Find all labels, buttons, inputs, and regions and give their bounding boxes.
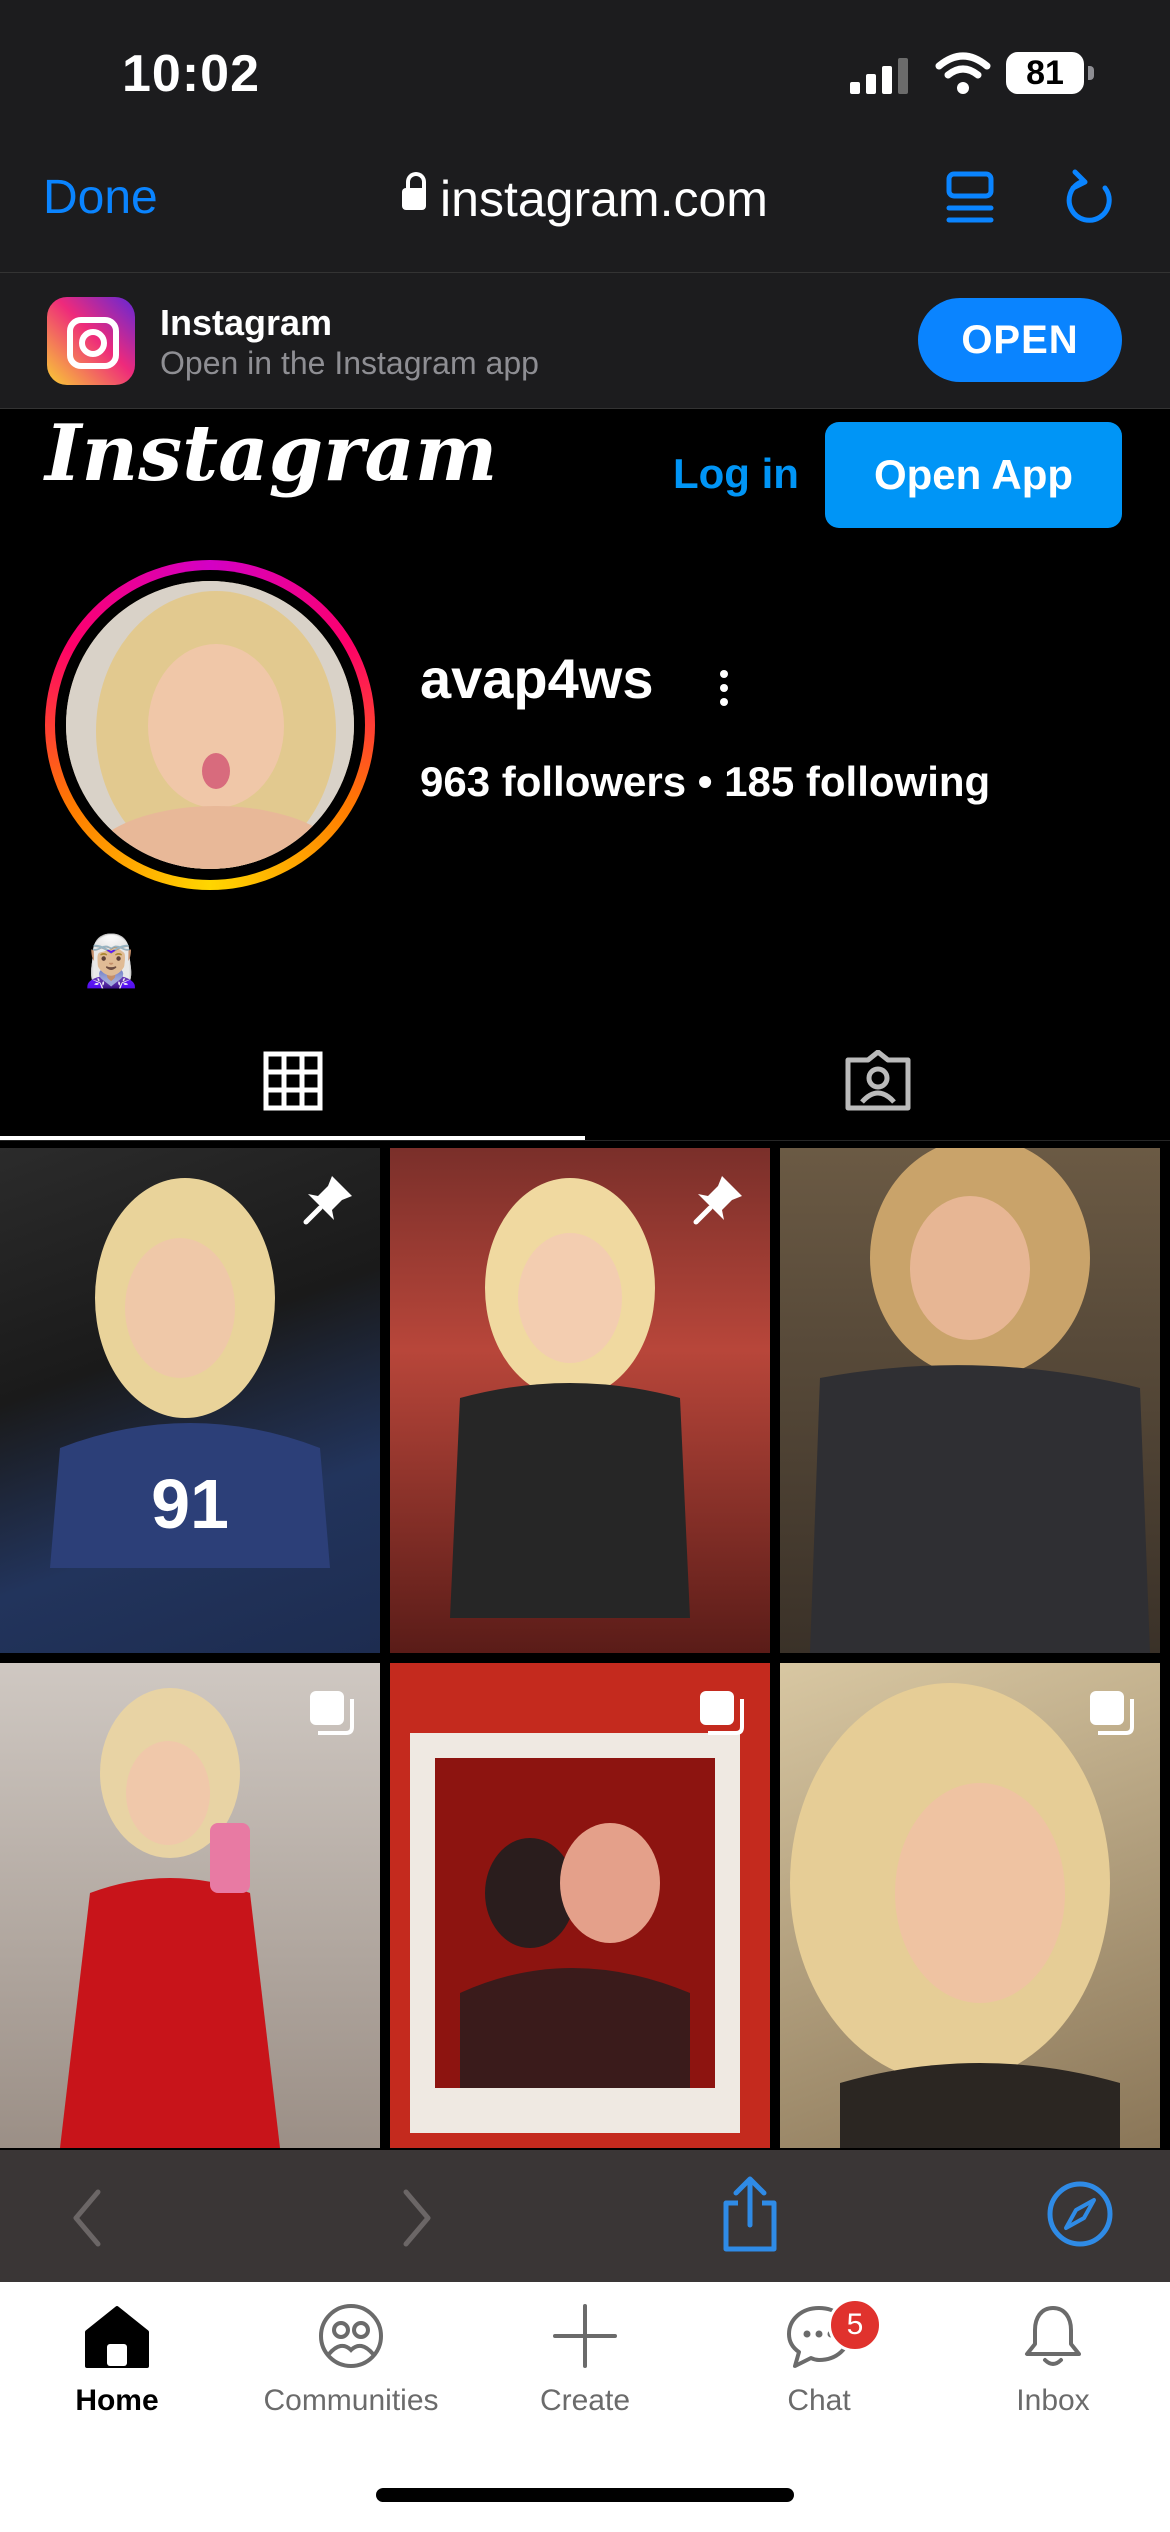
tab-divider bbox=[0, 1140, 1170, 1141]
nav-chat-label: Chat bbox=[787, 2384, 851, 2417]
carousel-icon bbox=[1090, 1691, 1134, 1735]
post-thumbnail bbox=[810, 1148, 1150, 1653]
instagram-app-icon bbox=[47, 297, 135, 385]
reader-mode-icon[interactable] bbox=[945, 170, 995, 226]
pin-icon bbox=[693, 1176, 742, 1225]
banner-title: Instagram bbox=[160, 302, 333, 343]
banner-open-button[interactable]: OPEN bbox=[918, 298, 1122, 382]
communities-icon bbox=[319, 2304, 383, 2368]
tagged-icon bbox=[845, 1050, 910, 1111]
battery-indicator: 81 bbox=[1006, 52, 1084, 94]
following-count[interactable]: 185 following bbox=[724, 758, 990, 805]
nav-home-label: Home bbox=[75, 2384, 159, 2417]
forward-icon[interactable] bbox=[400, 2188, 434, 2248]
wifi-icon bbox=[935, 52, 991, 94]
instagram-logo[interactable]: Instagram bbox=[45, 408, 497, 499]
carousel-icon bbox=[310, 1691, 354, 1735]
back-icon[interactable] bbox=[70, 2188, 104, 2248]
nav-inbox-label: Inbox bbox=[1016, 2384, 1090, 2417]
more-options-icon[interactable] bbox=[718, 668, 730, 708]
share-icon[interactable] bbox=[718, 2175, 782, 2255]
battery-tip bbox=[1088, 66, 1094, 80]
home-icon bbox=[85, 2306, 149, 2368]
avatar[interactable] bbox=[66, 581, 354, 869]
browser-toolbar bbox=[0, 2150, 1170, 2282]
post-tile[interactable] bbox=[780, 1663, 1160, 2148]
post-tile[interactable] bbox=[390, 1663, 770, 2148]
carousel-icon bbox=[700, 1691, 744, 1735]
profile-stats: 963 followers • 185 following bbox=[420, 758, 990, 806]
nav-create-label: Create bbox=[539, 2384, 631, 2417]
nav-communities-label: Communities bbox=[263, 2384, 439, 2417]
open-app-button[interactable]: Open App bbox=[825, 422, 1122, 528]
post-tile[interactable]: 91 bbox=[0, 1148, 380, 1653]
banner-subtitle: Open in the Instagram app bbox=[160, 345, 539, 381]
stats-separator: • bbox=[697, 758, 725, 805]
nav-home[interactable]: Home bbox=[0, 2300, 234, 2440]
post-tile[interactable] bbox=[0, 1663, 380, 2148]
followers-count[interactable]: 963 followers bbox=[420, 758, 686, 805]
home-indicator bbox=[376, 2488, 794, 2502]
grid-icon bbox=[263, 1051, 322, 1111]
post-tile[interactable] bbox=[390, 1148, 770, 1653]
nav-create[interactable]: Create bbox=[468, 2300, 702, 2440]
signal-icon bbox=[850, 58, 908, 94]
url-text: instagram.com bbox=[440, 171, 768, 227]
pin-icon bbox=[303, 1176, 352, 1225]
login-link[interactable]: Log in bbox=[673, 450, 799, 498]
create-icon bbox=[553, 2304, 617, 2368]
reload-icon[interactable] bbox=[1065, 168, 1117, 226]
nav-inbox[interactable]: Inbox bbox=[936, 2300, 1170, 2440]
svg-text:91: 91 bbox=[151, 1465, 229, 1543]
post-tile[interactable] bbox=[780, 1148, 1160, 1653]
bell-icon bbox=[1025, 2306, 1081, 2366]
tab-tagged[interactable] bbox=[585, 1020, 1170, 1142]
status-time: 10:02 bbox=[122, 45, 260, 103]
nav-communities[interactable]: Communities bbox=[234, 2300, 468, 2440]
tab-posts[interactable] bbox=[0, 1020, 585, 1142]
lock-icon bbox=[402, 171, 427, 210]
chat-unread-badge: 5 bbox=[828, 2298, 882, 2352]
compass-icon[interactable] bbox=[1046, 2180, 1114, 2248]
profile-bio: 🧝🏼‍♀️ bbox=[80, 933, 143, 989]
nav-chat[interactable]: Chat bbox=[702, 2300, 936, 2440]
profile-username: avap4ws bbox=[420, 647, 654, 710]
